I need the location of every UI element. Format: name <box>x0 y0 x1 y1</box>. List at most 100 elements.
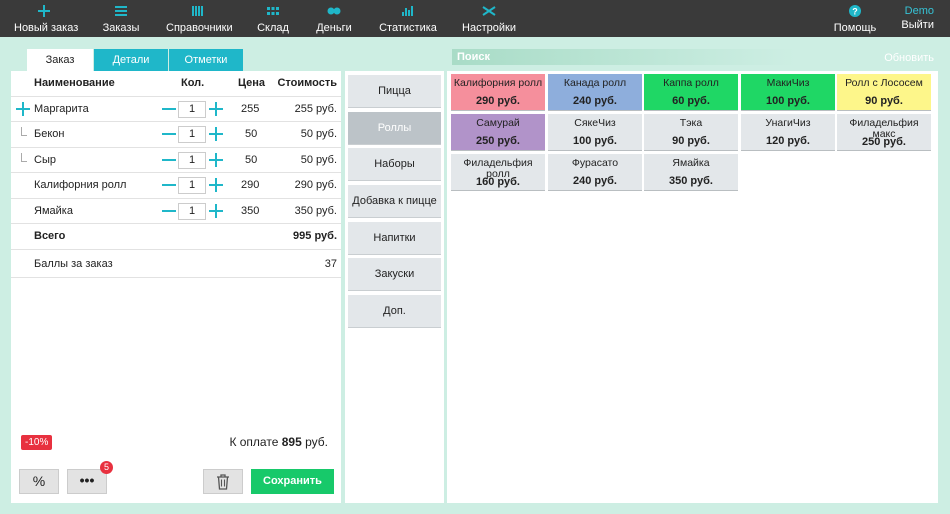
amount-due-label: К оплате <box>229 435 279 449</box>
category-pizza-addons[interactable]: Добавка к пицце <box>348 185 441 218</box>
product-tile[interactable]: Канада ролл 240 руб. <box>548 74 642 111</box>
wrench-icon <box>462 4 516 22</box>
item-cost: 290 руб. <box>294 179 337 191</box>
user-name[interactable]: Demo <box>905 5 934 17</box>
nav-label: Склад <box>257 22 289 34</box>
category-rolls[interactable]: Роллы <box>348 112 441 145</box>
top-navigation-bar: Новый заказ Заказы Справочники Склад Ден… <box>0 0 950 37</box>
tab-marks[interactable]: Отметки <box>169 49 243 71</box>
discount-badge[interactable]: -10% <box>21 435 53 450</box>
nav-new-order[interactable]: Новый заказ <box>14 0 78 37</box>
item-cost: 50 руб. <box>300 128 337 140</box>
minus-icon[interactable] <box>161 203 177 219</box>
item-price: 255 <box>241 102 260 115</box>
plus-icon[interactable] <box>208 126 224 142</box>
nav-orders[interactable]: Заказы <box>100 0 142 37</box>
table-row[interactable]: Сыр 1 50 50 руб. <box>11 148 341 173</box>
item-name: Маргарита <box>34 102 89 115</box>
product-price: 350 руб. <box>669 175 713 187</box>
product-tile[interactable]: МакиЧиз 100 руб. <box>741 74 835 111</box>
category-pizza[interactable]: Пицца <box>348 75 441 108</box>
nav-label: Справочники <box>166 22 233 34</box>
product-tile[interactable]: Ямайка 350 руб. <box>644 154 738 191</box>
points-label: Баллы за заказ <box>34 257 113 270</box>
nav-warehouse[interactable]: Склад <box>254 0 292 37</box>
quantity-field[interactable]: 1 <box>178 202 206 220</box>
table-row[interactable]: Калифорния ролл 1 290 290 руб. <box>11 173 341 199</box>
points-value: 37 <box>324 257 337 270</box>
nav-label: Статистика <box>379 22 437 34</box>
chart-icon <box>378 4 438 22</box>
nav-statistics[interactable]: Статистика <box>378 0 438 37</box>
item-price: 50 <box>245 153 258 166</box>
refresh-link[interactable]: Обновить <box>884 52 934 64</box>
plus-icon <box>14 4 74 22</box>
product-tile[interactable]: Тэка 90 руб. <box>644 114 738 151</box>
product-name: Калифорния ролл <box>453 77 543 89</box>
nav-label: Помощь <box>833 22 877 34</box>
item-name: Сыр <box>34 153 56 166</box>
grid-icon <box>254 4 292 22</box>
notification-badge: 5 <box>100 461 113 474</box>
table-row[interactable]: Бекон 1 50 50 руб. <box>11 122 341 148</box>
quantity-field[interactable]: 1 <box>178 100 206 118</box>
quantity-field[interactable]: 1 <box>178 151 206 169</box>
product-tile[interactable]: Калифорния ролл 290 руб. <box>451 74 545 111</box>
category-snacks[interactable]: Закуски <box>348 258 441 291</box>
category-sets[interactable]: Наборы <box>348 148 441 181</box>
logout-link[interactable]: Выйти <box>901 19 934 31</box>
product-tile[interactable]: Филадельфия макс 250 руб. <box>837 114 931 151</box>
nav-label: Настройки <box>462 22 516 34</box>
item-cost: 350 руб. <box>294 204 337 217</box>
quantity-field[interactable]: 1 <box>178 177 206 194</box>
product-tile[interactable]: Ролл с Лососем 90 руб. <box>837 74 931 111</box>
more-button[interactable]: ••• <box>67 469 107 494</box>
product-tile[interactable]: Каппа ролл 60 руб. <box>644 74 738 111</box>
coins-icon <box>314 4 354 22</box>
category-extra[interactable]: Доп. <box>348 295 441 328</box>
discount-button[interactable]: % <box>19 469 59 494</box>
product-tile[interactable]: Самурай 250 руб. <box>451 114 545 151</box>
table-row[interactable]: Маргарита 1 255 255 руб. <box>11 97 341 122</box>
nav-references[interactable]: Справочники <box>166 0 233 37</box>
nav-settings[interactable]: Настройки <box>462 0 516 37</box>
save-button[interactable]: Сохранить <box>251 469 334 494</box>
product-name: Тэка <box>679 117 703 129</box>
minus-icon[interactable] <box>161 152 177 168</box>
nav-help[interactable]: ? Помощь <box>833 0 877 37</box>
plus-icon[interactable] <box>208 152 224 168</box>
tab-details[interactable]: Детали <box>94 49 168 71</box>
product-price: 240 руб. <box>573 175 617 187</box>
item-cost: 255 руб. <box>294 102 337 115</box>
delete-button[interactable] <box>203 469 243 494</box>
minus-icon[interactable] <box>161 101 177 117</box>
product-tile[interactable]: СякеЧиз 100 руб. <box>548 114 642 151</box>
tree-branch-icon <box>21 127 27 136</box>
product-name: Фурасато <box>571 157 619 169</box>
nav-money[interactable]: Деньги <box>314 0 354 37</box>
product-name: МакиЧиз <box>766 77 810 89</box>
total-label: Всего <box>34 230 66 242</box>
header-cost: Стоимость <box>277 77 337 89</box>
product-name: Каппа ролл <box>663 77 719 89</box>
product-tile[interactable]: УнагиЧиз 120 руб. <box>741 114 835 151</box>
product-tile[interactable]: Филадельфия ролл 160 руб. <box>451 154 545 191</box>
tree-branch-icon <box>21 152 27 162</box>
minus-icon[interactable] <box>161 177 177 193</box>
category-drinks[interactable]: Напитки <box>348 222 441 255</box>
quantity-field[interactable]: 1 <box>178 126 206 143</box>
item-name: Калифорния ролл <box>34 179 127 191</box>
plus-icon[interactable] <box>208 101 224 117</box>
header-qty: Кол. <box>181 77 205 89</box>
trash-icon <box>217 474 229 490</box>
search-input[interactable]: Поиск <box>452 49 796 65</box>
amount-due-value: 895 <box>281 435 302 449</box>
add-modifier-icon[interactable] <box>15 101 31 117</box>
product-tile[interactable]: Фурасато 240 руб. <box>548 154 642 191</box>
tab-order[interactable]: Заказ <box>27 49 93 71</box>
minus-icon[interactable] <box>161 126 177 142</box>
product-name: Ямайка <box>672 157 710 169</box>
plus-icon[interactable] <box>208 177 224 193</box>
table-row[interactable]: Ямайка 1 350 350 руб. <box>11 199 341 224</box>
plus-icon[interactable] <box>208 203 224 219</box>
